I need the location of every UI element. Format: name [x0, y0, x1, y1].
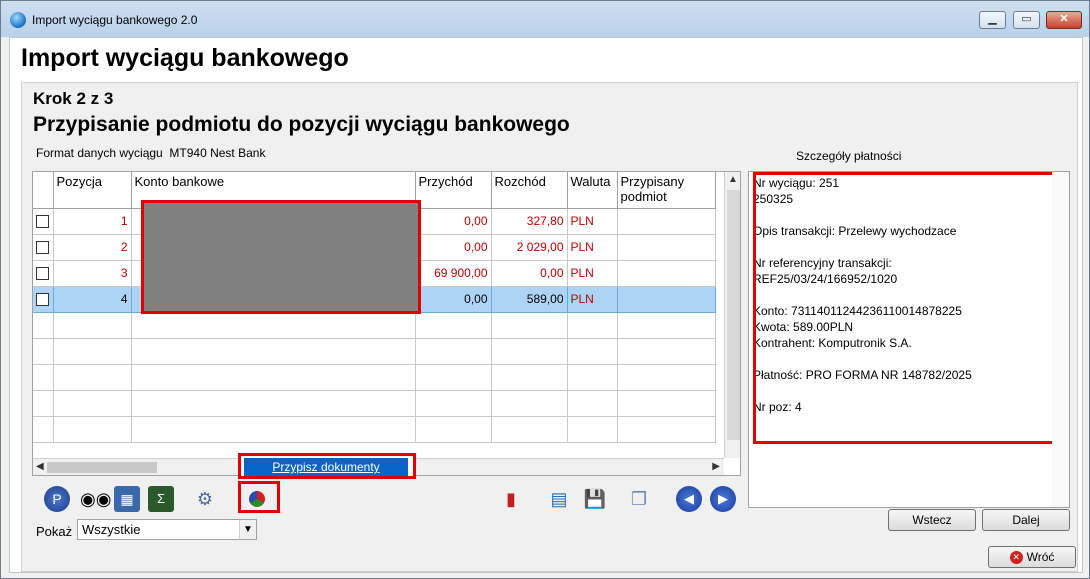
client-area: Import wyciągu bankowego Krok 2 z 3 Przy…: [9, 37, 1083, 573]
cell-waluta: PLN: [567, 260, 618, 287]
main-window: Import wyciągu bankowego 2.0 ▁ ▭ ✕ Impor…: [0, 0, 1090, 579]
row-checkbox-cell[interactable]: [33, 208, 54, 235]
cell-rozchod: 2 029,00: [491, 234, 568, 261]
format-label: Format danych wyciągu: [36, 146, 163, 160]
cell-waluta: PLN: [567, 286, 618, 313]
cell-podmiot[interactable]: [617, 260, 716, 287]
positions-grid[interactable]: Pozycja Konto bankowe Przychód Rozchód W…: [32, 171, 741, 476]
empty-row: [33, 390, 716, 417]
row-checkbox-cell[interactable]: [33, 260, 54, 287]
cell-pozycja: 3: [53, 260, 132, 287]
cell-rozchod: 0,00: [491, 260, 568, 287]
app-icon: [10, 12, 26, 28]
highlight-box: [238, 481, 280, 513]
search-icon[interactable]: P: [44, 486, 70, 512]
details-label: Szczegóły płatności: [796, 149, 902, 163]
cell-rozchod: 589,00: [491, 286, 568, 313]
row-checkbox[interactable]: [36, 267, 49, 281]
minimize-button[interactable]: ▁: [979, 11, 1006, 29]
filter-value: Wszystkie: [82, 522, 141, 537]
grid-header-select: [33, 172, 54, 209]
cell-pozycja: 1: [53, 208, 132, 235]
step-subtitle: Przypisanie podmiotu do pozycji wyciągu …: [33, 113, 570, 136]
cell-przychod: 0,00: [415, 286, 492, 313]
binoculars-icon[interactable]: ◉◉: [80, 486, 111, 512]
empty-row: [33, 312, 716, 339]
format-value: MT940 Nest Bank: [169, 146, 266, 160]
back-button[interactable]: Wstecz: [888, 509, 976, 531]
cell-rozchod: 327,80: [491, 208, 568, 235]
col-header-waluta[interactable]: Waluta: [567, 172, 618, 209]
col-header-pozycja[interactable]: Pozycja: [53, 172, 132, 209]
maximize-button[interactable]: ▭: [1013, 11, 1040, 29]
payment-details-panel[interactable]: Nr wyciągu: 251 250325 Opis transakcji: …: [748, 171, 1070, 508]
scroll-right-icon[interactable]: ▶: [712, 461, 720, 472]
cell-podmiot[interactable]: [617, 234, 716, 261]
highlight-box: [753, 172, 1061, 444]
scroll-up-icon[interactable]: ▲: [728, 174, 738, 185]
cell-pozycja: 2: [53, 234, 132, 261]
row-checkbox-cell[interactable]: [33, 234, 54, 261]
cell-przychod: 69 900,00: [415, 260, 492, 287]
assign-documents-menu-item[interactable]: Przypisz dokumenty: [244, 458, 408, 476]
scroll-left-icon[interactable]: ◀: [36, 461, 44, 472]
document-list-icon[interactable]: ▤: [546, 486, 572, 512]
next-button[interactable]: Dalej: [982, 509, 1070, 531]
horizontal-scroll-thumb[interactable]: [47, 462, 157, 473]
copy-windows-icon[interactable]: ❐: [626, 486, 652, 512]
vertical-scroll-thumb[interactable]: [727, 190, 740, 440]
cell-pozycja: 4: [53, 286, 132, 313]
first-record-icon[interactable]: ◀: [676, 486, 702, 512]
formula-icon[interactable]: Σ: [148, 486, 174, 512]
last-record-icon[interactable]: ▶: [710, 486, 736, 512]
return-label: Wróć: [1026, 550, 1055, 564]
return-button[interactable]: ✕ Wróć: [988, 546, 1076, 568]
chevron-down-icon[interactable]: ▼: [239, 520, 256, 539]
grid-vertical-scrollbar[interactable]: ▲: [724, 172, 740, 458]
title-bar[interactable]: Import wyciągu bankowego 2.0 ▁ ▭ ✕: [1, 1, 1089, 37]
context-menu: Przypisz dokumenty: [238, 453, 416, 479]
empty-row: [33, 364, 716, 391]
report-icon[interactable]: ▮: [498, 486, 524, 512]
content-panel: Krok 2 z 3 Przypisanie podmiotu do pozyc…: [21, 82, 1078, 572]
header: Import wyciągu bankowego: [10, 38, 1082, 80]
cell-podmiot[interactable]: [617, 208, 716, 235]
cell-waluta: PLN: [567, 234, 618, 261]
format-info: Format danych wyciągu MT940 Nest Bank: [36, 146, 265, 160]
row-checkbox-cell[interactable]: [33, 286, 54, 313]
empty-row: [33, 338, 716, 365]
cell-przychod: 0,00: [415, 234, 492, 261]
details-scrollbar[interactable]: [1052, 172, 1069, 507]
cell-waluta: PLN: [567, 208, 618, 235]
filter-label: Pokaż: [36, 524, 73, 539]
row-checkbox[interactable]: [36, 241, 49, 255]
col-header-podmiot[interactable]: Przypisany podmiot: [617, 172, 716, 209]
page-title: Import wyciągu bankowego: [21, 44, 349, 72]
step-label: Krok 2 z 3: [33, 89, 114, 108]
save-icon[interactable]: 💾: [582, 486, 608, 512]
row-checkbox[interactable]: [36, 215, 49, 229]
close-button[interactable]: ✕: [1046, 11, 1082, 29]
close-icon: ✕: [1009, 551, 1023, 565]
calendar-table-icon[interactable]: ▦: [114, 486, 140, 512]
cell-przychod: 0,00: [415, 208, 492, 235]
settings-gears-icon[interactable]: ⚙: [192, 486, 218, 512]
empty-row: [33, 416, 716, 443]
col-header-przychod[interactable]: Przychód: [415, 172, 492, 209]
redacted-accounts: [141, 200, 421, 314]
filter-select[interactable]: Wszystkie ▼: [77, 519, 257, 540]
cell-podmiot[interactable]: [617, 286, 716, 313]
row-checkbox[interactable]: [36, 293, 49, 307]
window-title: Import wyciągu bankowego 2.0: [32, 13, 198, 27]
col-header-rozchod[interactable]: Rozchód: [491, 172, 568, 209]
